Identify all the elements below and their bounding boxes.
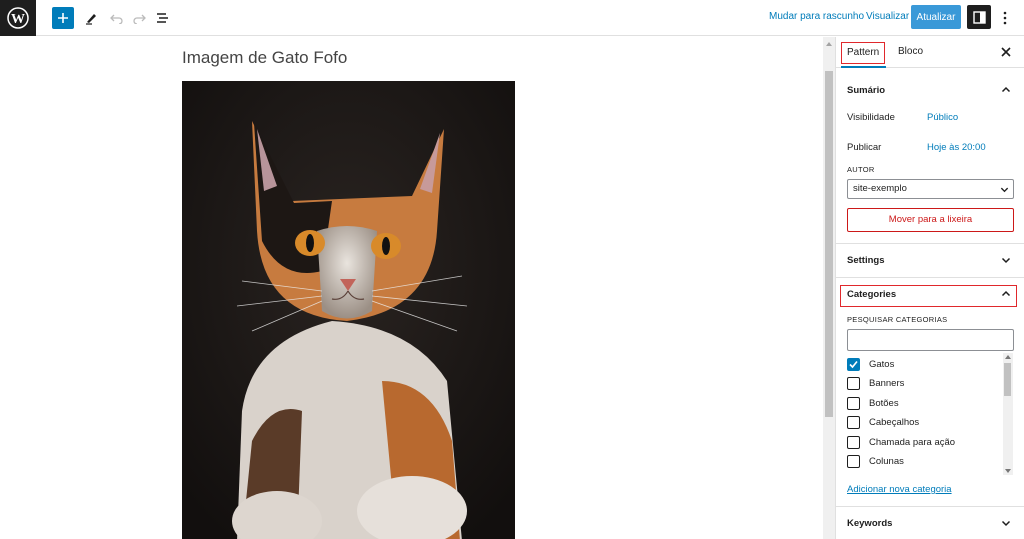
summary-panel-title: Sumário xyxy=(847,85,886,96)
category-item-chamada-para-acao[interactable]: Chamada para ação xyxy=(847,434,955,450)
category-list-scrollbar[interactable] xyxy=(1003,353,1013,475)
switch-to-draft-button[interactable]: Mudar para rascunho xyxy=(769,11,864,22)
wordpress-logo-icon[interactable]: W xyxy=(0,0,36,36)
category-item-colunas[interactable]: Colunas xyxy=(847,453,904,469)
category-checklist: Gatos Banners Botões Cabeçalhos Chamada … xyxy=(847,355,1014,475)
tab-pattern[interactable]: Pattern xyxy=(841,42,886,64)
tools-button[interactable] xyxy=(83,6,99,30)
settings-panel-title: Settings xyxy=(847,255,885,266)
calico-kitten-image[interactable] xyxy=(182,81,515,539)
keywords-panel-header[interactable]: Keywords xyxy=(836,507,1024,539)
sidebar-toggle-icon xyxy=(972,10,986,24)
svg-text:W: W xyxy=(11,12,25,27)
scroll-down-arrow-icon[interactable] xyxy=(1005,469,1011,473)
chevron-down-icon xyxy=(1001,520,1011,527)
categories-panel-title: Categories xyxy=(847,289,897,300)
keywords-panel-title: Keywords xyxy=(847,518,893,529)
editor-toolbar: W Mudar para rascunho Visualizar Atualiz… xyxy=(0,0,1024,36)
editor-scrollbar[interactable] xyxy=(823,37,835,539)
active-tab-indicator xyxy=(841,66,886,68)
category-label: Cabeçalhos xyxy=(869,416,920,428)
checkbox[interactable] xyxy=(847,415,860,429)
add-new-category-link[interactable]: Adicionar nova categoria xyxy=(847,484,952,495)
undo-icon xyxy=(109,14,123,24)
chevron-up-icon xyxy=(1001,290,1011,297)
redo-button[interactable] xyxy=(131,6,147,30)
scroll-up-arrow-icon[interactable] xyxy=(826,42,832,46)
author-select[interactable]: site-exemplo xyxy=(847,179,1014,199)
category-label: Chamada para ação xyxy=(869,436,956,448)
categories-panel-header[interactable]: Categories xyxy=(836,278,1024,310)
settings-panel-header[interactable]: Settings xyxy=(836,244,1024,276)
chevron-up-icon xyxy=(1001,86,1011,93)
author-label: AUTOR xyxy=(847,165,875,174)
sidebar-tabs: Pattern Bloco xyxy=(836,37,1024,68)
tab-bloco[interactable]: Bloco xyxy=(893,42,928,64)
pencil-icon xyxy=(86,14,96,25)
summary-panel-header[interactable]: Sumário xyxy=(836,74,1024,106)
preview-button[interactable]: Visualizar xyxy=(866,11,909,22)
post-title[interactable]: Imagem de Gato Fofo xyxy=(182,48,347,68)
scroll-up-arrow-icon[interactable] xyxy=(1005,355,1011,359)
category-label: Banners xyxy=(869,377,905,389)
settings-toggle-button[interactable] xyxy=(967,5,991,29)
list-view-icon xyxy=(157,13,168,23)
plus-icon xyxy=(58,13,68,23)
category-label: Botões xyxy=(869,397,899,409)
undo-button[interactable] xyxy=(108,6,124,30)
checkbox[interactable] xyxy=(847,376,860,390)
category-label: Colunas xyxy=(869,455,904,467)
category-item-botoes[interactable]: Botões xyxy=(847,395,899,411)
category-item-banners[interactable]: Banners xyxy=(847,375,904,391)
kebab-menu-icon xyxy=(1003,11,1007,25)
close-icon[interactable] xyxy=(999,45,1013,59)
chevron-down-icon xyxy=(1001,257,1011,264)
checkbox-checked[interactable] xyxy=(847,357,860,371)
search-categories-input[interactable] xyxy=(847,329,1014,351)
scrollbar-thumb[interactable] xyxy=(825,71,833,417)
list-view-button[interactable] xyxy=(155,6,171,30)
author-select-value: site-exemplo xyxy=(853,183,907,194)
editor-canvas: Imagem de Gato Fofo xyxy=(0,37,822,539)
redo-icon xyxy=(132,14,146,24)
settings-sidebar: Pattern Bloco Sumário Visibilidade Públi… xyxy=(835,37,1024,539)
visibility-value-link[interactable]: Público xyxy=(927,112,958,123)
checkbox[interactable] xyxy=(847,435,860,449)
chevron-down-icon xyxy=(1000,187,1009,193)
visibility-label: Visibilidade xyxy=(847,112,895,123)
category-item-cabecalhos[interactable]: Cabeçalhos xyxy=(847,414,919,430)
scrollbar-thumb[interactable] xyxy=(1004,363,1011,396)
update-button[interactable]: Atualizar xyxy=(911,5,961,29)
publish-date-link[interactable]: Hoje às 20:00 xyxy=(927,142,986,153)
checkmark-icon xyxy=(849,360,858,368)
checkbox[interactable] xyxy=(847,396,860,410)
add-block-button[interactable] xyxy=(52,7,74,29)
checkbox[interactable] xyxy=(847,454,860,468)
options-menu-button[interactable] xyxy=(999,8,1011,28)
search-categories-label: PESQUISAR CATEGORIAS xyxy=(847,315,948,324)
publish-label: Publicar xyxy=(847,142,882,153)
move-to-trash-button[interactable]: Mover para a lixeira xyxy=(847,208,1014,232)
category-label: Gatos xyxy=(869,358,895,370)
category-item-gatos[interactable]: Gatos xyxy=(847,356,894,372)
